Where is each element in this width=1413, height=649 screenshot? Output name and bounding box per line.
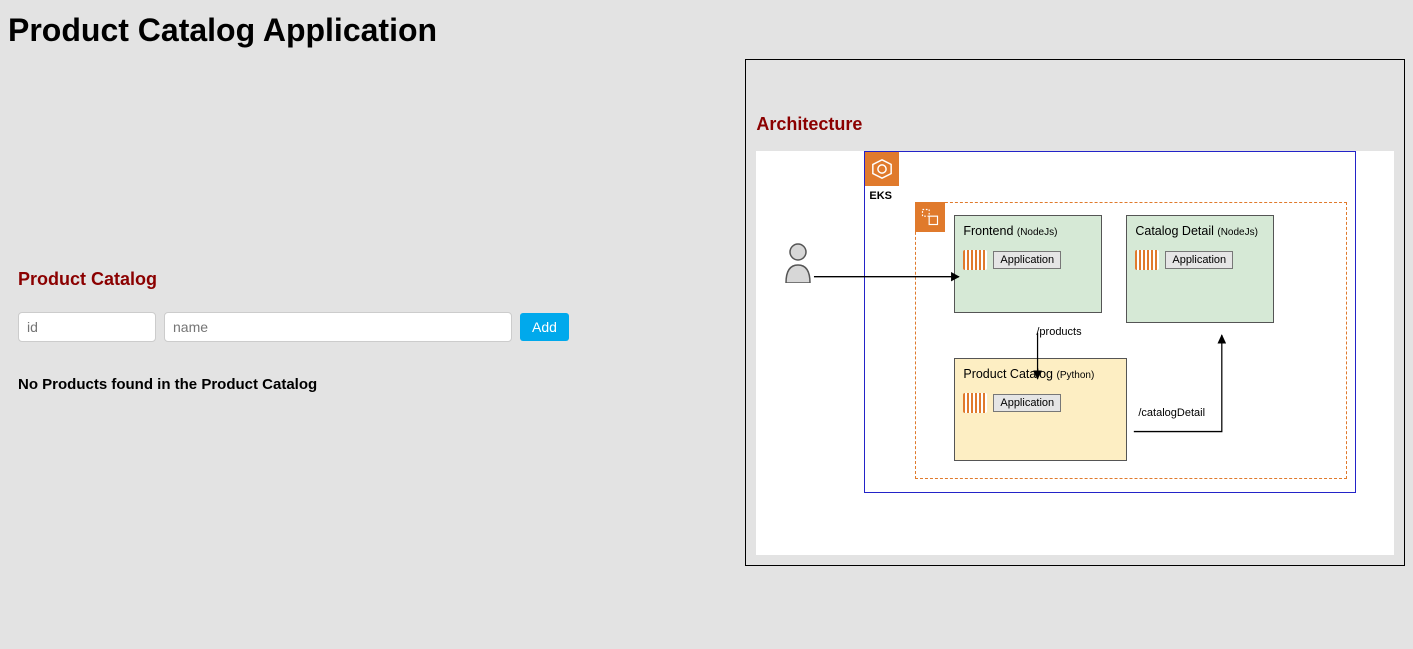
service-product-catalog-title: Product Catalog (Python): [963, 367, 1118, 381]
container-icon: [963, 250, 987, 270]
namespace-box: Frontend (NodeJs) Application Catal: [915, 202, 1347, 479]
container-icon: [963, 393, 987, 413]
container-icon: [1135, 250, 1159, 270]
add-button[interactable]: Add: [520, 313, 569, 341]
namespace-icon: [915, 202, 945, 232]
architecture-title: Architecture: [756, 114, 1394, 135]
service-frontend: Frontend (NodeJs) Application: [954, 215, 1102, 313]
catalog-form-panel: Product Catalog Add No Products found in…: [8, 59, 745, 403]
application-badge: Application: [1165, 251, 1233, 269]
name-input[interactable]: [164, 312, 512, 342]
eks-label: EKS: [869, 190, 892, 202]
page-title: Product Catalog Application: [8, 12, 1405, 49]
service-product-catalog: Product Catalog (Python) Application: [954, 358, 1127, 461]
architecture-panel: Architecture: [745, 59, 1405, 566]
application-badge: Application: [993, 394, 1061, 412]
eks-cluster-box: EKS Frontend: [864, 151, 1356, 493]
user-icon: [784, 243, 812, 283]
edge-label-products: /products: [1036, 326, 1081, 338]
eks-icon: [865, 152, 899, 186]
edge-label-catalog-detail: /catalogDetail: [1138, 407, 1205, 419]
service-catalog-detail: Catalog Detail (NodeJs) Application: [1126, 215, 1274, 323]
id-input[interactable]: [18, 312, 156, 342]
service-frontend-title: Frontend (NodeJs): [963, 224, 1093, 238]
empty-catalog-message: No Products found in the Product Catalog: [18, 376, 735, 393]
application-badge: Application: [993, 251, 1061, 269]
architecture-diagram: EKS Frontend: [756, 151, 1394, 555]
catalog-section-title: Product Catalog: [18, 269, 735, 290]
service-catalog-detail-title: Catalog Detail (NodeJs): [1135, 224, 1265, 238]
